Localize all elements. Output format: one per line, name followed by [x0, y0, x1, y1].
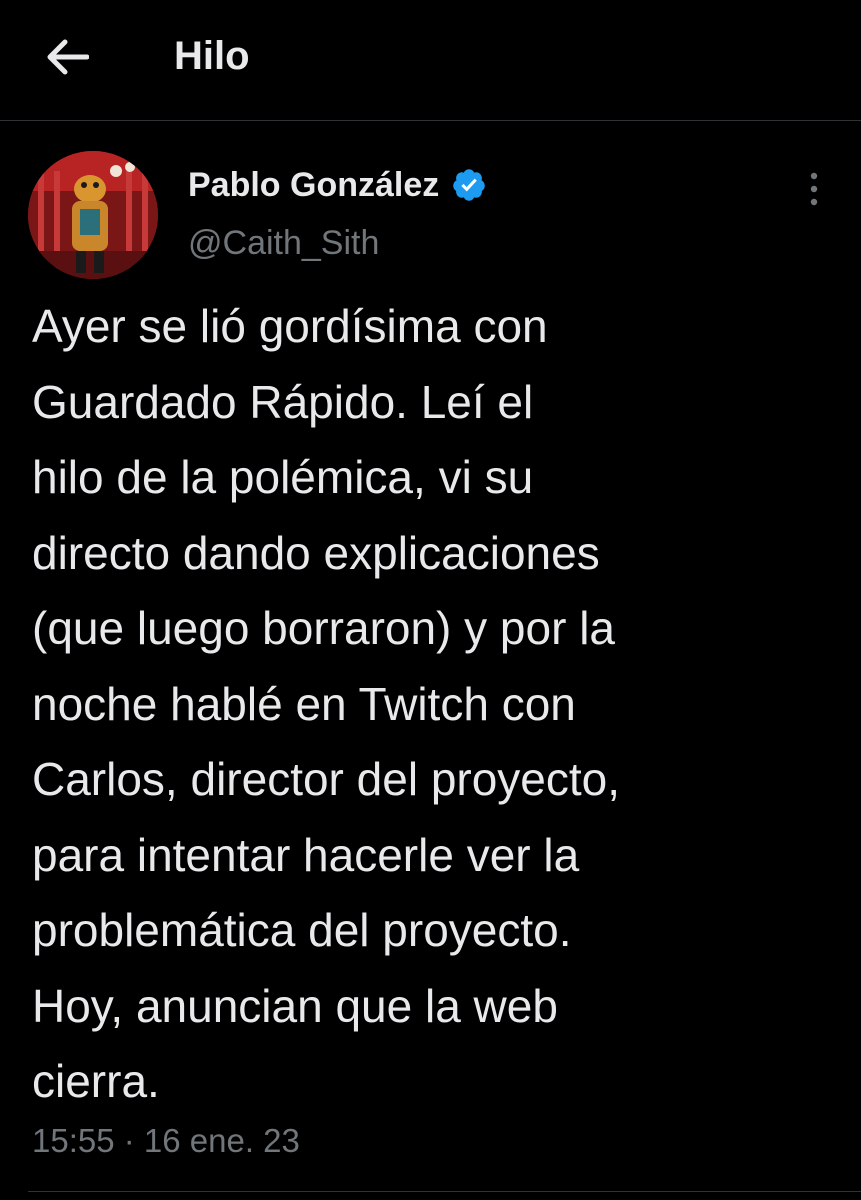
more-options-button[interactable]	[796, 169, 832, 209]
tweet-timestamp[interactable]: 15:55 · 16 ene. 23	[32, 1121, 300, 1161]
tweet[interactable]: Pablo González @Caith_Sith Ayer se lió g…	[0, 121, 861, 1200]
thread-header: Hilo	[0, 0, 861, 121]
author-name-text: Pablo González	[188, 166, 440, 204]
tweet-text: Ayer se lió gordísima con Guardado Rápid…	[32, 300, 621, 1107]
avatar-image	[28, 151, 158, 279]
back-button[interactable]	[38, 28, 96, 86]
author-handle[interactable]: @Caith_Sith	[188, 223, 379, 263]
more-vertical-icon	[810, 172, 818, 206]
avatar[interactable]	[28, 151, 158, 279]
author-name[interactable]: Pablo González	[188, 165, 487, 205]
divider	[28, 1191, 861, 1192]
arrow-left-icon	[47, 39, 89, 75]
page-title: Hilo	[174, 34, 250, 78]
verified-badge-icon	[453, 169, 486, 201]
